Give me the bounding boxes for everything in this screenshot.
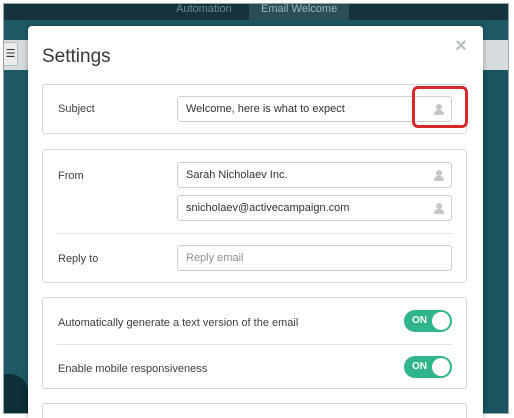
subject-input[interactable]: Welcome, here is what to expect <box>177 96 452 122</box>
divider <box>57 233 452 234</box>
person-icon[interactable] <box>434 170 444 182</box>
subject-label: Subject <box>58 103 95 115</box>
toggle-knob <box>432 312 450 330</box>
tab-email-welcome[interactable]: Email Welcome <box>249 4 350 20</box>
from-label: From <box>58 170 84 182</box>
sender-card: From Sarah Nicholaev Inc. snicholaev@act… <box>42 149 467 283</box>
text-version-toggle[interactable]: ON <box>404 310 452 332</box>
close-icon[interactable]: × <box>453 36 469 56</box>
subject-card: Subject Welcome, here is what to expect <box>42 84 467 134</box>
app-topbar: Automation Email Welcome <box>4 4 508 20</box>
tab-automation[interactable]: Automation <box>164 4 244 20</box>
toggle-state: ON <box>412 361 427 372</box>
settings-modal: Settings × Subject Welcome, here is what… <box>28 26 483 418</box>
highlight-box <box>412 86 468 128</box>
app-right-panel <box>482 70 508 413</box>
next-card <box>42 403 467 418</box>
reply-to-input[interactable]: Reply email <box>177 245 452 271</box>
text-version-label: Automatically generate a text version of… <box>58 317 299 329</box>
mobile-responsive-toggle[interactable]: ON <box>404 356 452 378</box>
menu-icon[interactable]: ☰ <box>4 42 18 66</box>
toggle-knob <box>432 358 450 376</box>
reply-to-label: Reply to <box>58 253 99 265</box>
person-icon[interactable] <box>434 203 444 215</box>
app-left-element <box>4 374 28 413</box>
from-email-input[interactable]: snicholaev@activecampaign.com <box>177 195 452 221</box>
modal-title: Settings <box>42 46 111 67</box>
toggle-state: ON <box>412 315 427 326</box>
mobile-responsive-label: Enable mobile responsiveness <box>58 363 208 375</box>
options-card: Automatically generate a text version of… <box>42 297 467 389</box>
divider <box>57 344 452 345</box>
from-name-input[interactable]: Sarah Nicholaev Inc. <box>177 162 452 188</box>
